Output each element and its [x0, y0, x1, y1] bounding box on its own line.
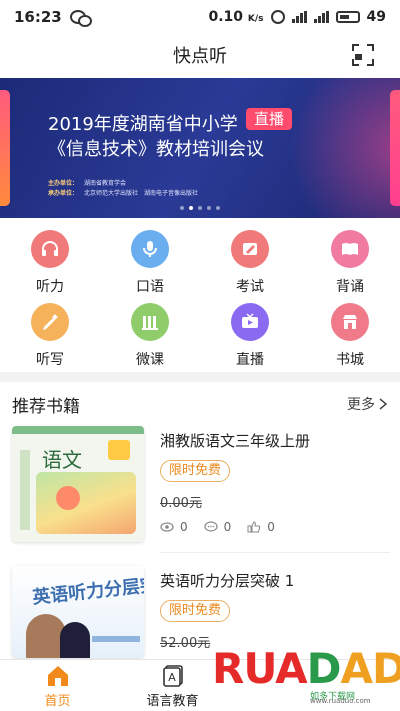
signal-icon-1 — [291, 11, 307, 23]
home-icon — [47, 666, 68, 686]
banner-prev-edge — [0, 90, 10, 206]
nav-tab-home[interactable]: 首页 — [0, 660, 115, 711]
carousel-dot[interactable] — [216, 206, 220, 210]
title-bar: 快点听 — [0, 34, 400, 76]
carousel-dots — [180, 206, 220, 210]
battery-icon — [335, 11, 360, 23]
dictation-icon — [31, 303, 69, 341]
thumbs-up-icon — [247, 521, 261, 533]
book-cover[interactable]: 语文 — [12, 426, 144, 542]
microcourse-icon — [131, 303, 169, 341]
grid-item-listening[interactable]: 听力 — [0, 224, 100, 297]
language-icon: A — [162, 665, 183, 687]
tv-icon — [231, 303, 269, 341]
grid-item-label: 直播 — [236, 352, 264, 368]
banner-carousel[interactable]: 2019年度湖南省中小学 直播 《信息技术》教材培训会议 主办单位： 湖南省教育学… — [0, 78, 400, 218]
page-title: 快点听 — [173, 46, 227, 67]
book-price: 52.00元 — [160, 636, 211, 651]
store-icon — [331, 303, 369, 341]
grid-item-speaking[interactable]: 口语 — [100, 224, 200, 297]
eye-icon — [160, 522, 174, 532]
network-speed: 0.10 K/s — [208, 9, 264, 25]
banner-organizer: 主办单位： 湖南省教育学会 — [48, 180, 127, 187]
pencil-icon — [231, 230, 269, 268]
grid-item-dictation[interactable]: 听写 — [0, 297, 100, 370]
chevron-right-icon — [379, 398, 388, 410]
like-count: 0 — [267, 520, 275, 534]
carousel-dot[interactable] — [198, 206, 202, 210]
app-screen: 16:23 0.10 K/s 49 快点听 2019年度湖南省中小学 直播 《信… — [0, 0, 400, 711]
carousel-dot[interactable] — [207, 206, 211, 210]
feature-grid: 听力 口语 考试 背诵 听写 微课 直播 书城 — [0, 224, 400, 370]
wechat-notification-icon — [69, 10, 92, 27]
headphones-icon — [31, 230, 69, 268]
grid-item-bookstore[interactable]: 书城 — [300, 297, 400, 370]
status-bar: 16:23 0.10 K/s 49 — [0, 0, 400, 34]
watermark-logo: RUADADO 如多下载网 www.ruaduo.com — [212, 644, 400, 706]
book-title[interactable]: 英语听力分层突破 1 — [160, 570, 294, 591]
nav-tab-label: 语言教育 — [146, 694, 199, 709]
book-card[interactable]: 语文 湘教版语文三年级上册 限时免费 0.00元 0 0 0 — [0, 426, 400, 556]
carousel-dot[interactable] — [180, 206, 184, 210]
grid-item-label: 考试 — [236, 279, 264, 295]
banner-title-line1: 2019年度湖南省中小学 — [48, 114, 238, 135]
clock: 16:23 — [14, 8, 62, 26]
banner-title-line2: 《信息技术》教材培训会议 — [48, 139, 264, 160]
grid-item-exam[interactable]: 考试 — [200, 224, 300, 297]
signal-icon-2 — [313, 11, 329, 23]
banner-undertaker: 承办单位： 北京师范大学出版社 湖南电子音像出版社 — [48, 190, 199, 197]
comment-icon — [204, 521, 218, 532]
banner-live-tag: 直播 — [246, 108, 293, 130]
grid-item-microcourse[interactable]: 微课 — [100, 297, 200, 370]
grid-item-recite[interactable]: 背诵 — [300, 224, 400, 297]
grid-item-label: 背诵 — [336, 279, 364, 295]
banner-next-edge — [390, 90, 400, 206]
grid-item-live[interactable]: 直播 — [200, 297, 300, 370]
grid-item-label: 听写 — [36, 352, 64, 368]
section-title: 推荐书籍 — [12, 396, 80, 417]
free-badge: 限时免费 — [160, 460, 231, 482]
comment-count: 0 — [223, 520, 232, 534]
free-badge: 限时免费 — [160, 600, 231, 622]
grid-item-label: 微课 — [136, 352, 164, 368]
book-icon — [331, 230, 369, 268]
book-price: 0.00元 — [160, 496, 202, 511]
section-divider — [0, 372, 400, 382]
book-stats: 0 0 0 — [160, 520, 275, 534]
battery-level: 49 — [366, 9, 386, 25]
scan-icon[interactable] — [352, 44, 374, 66]
more-link[interactable]: 更多 — [347, 394, 388, 414]
recommended-header: 推荐书籍 更多 — [0, 382, 400, 426]
grid-item-label: 书城 — [336, 352, 364, 368]
view-count: 0 — [180, 520, 188, 534]
book-cover[interactable]: 英语听力分层突破 — [12, 566, 144, 658]
grid-item-label: 听力 — [36, 279, 64, 295]
alarm-icon — [270, 10, 285, 24]
grid-item-label: 口语 — [136, 279, 164, 295]
svg-text:A: A — [168, 671, 176, 684]
carousel-dot-active[interactable] — [189, 206, 193, 210]
list-divider — [160, 552, 390, 553]
microphone-icon — [131, 230, 169, 268]
nav-tab-label: 首页 — [44, 694, 71, 709]
book-title[interactable]: 湘教版语文三年级上册 — [160, 430, 310, 451]
